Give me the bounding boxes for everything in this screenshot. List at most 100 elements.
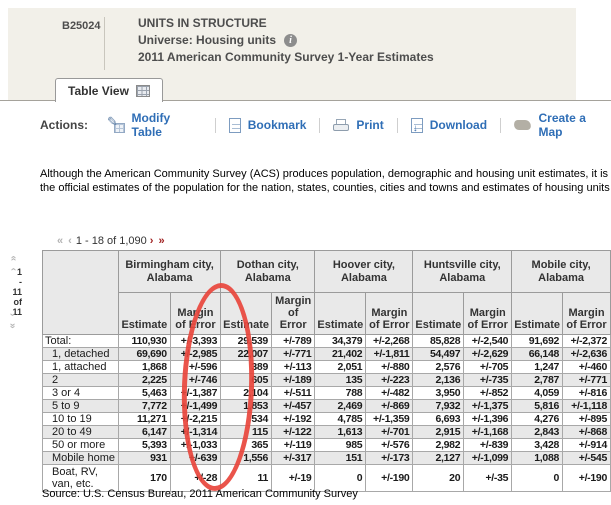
subheader-moe: Margin of Error: [365, 292, 414, 335]
column-header-mobile: Mobile city, Alabama: [511, 250, 611, 293]
tab-table-view[interactable]: Table View: [55, 78, 163, 102]
subheader-moe: Margin of Error: [562, 292, 611, 335]
cell: +/-2,268: [365, 334, 414, 348]
modify-table-button[interactable]: ✎ Modify Table: [107, 111, 202, 139]
cell: 985: [314, 438, 367, 452]
cell: +/-122: [270, 425, 316, 439]
factfinder-table-view-page: B25024 UNITS IN STRUCTURE Universe: Hous…: [0, 0, 611, 505]
cell: 4,059: [511, 386, 564, 400]
column-header-hoover: Hoover city, Alabama: [314, 250, 414, 293]
table-row: 3 or 4 5,463 +/-1,387 2,104 +/-511 788 +…: [42, 386, 611, 400]
cell: +/-113: [270, 360, 316, 374]
create-map-button[interactable]: Create a Map: [513, 111, 611, 139]
row-pager-to: 11: [12, 287, 22, 297]
cell: +/-895: [562, 412, 611, 426]
download-button[interactable]: ↓ Download: [410, 117, 488, 134]
page-title: UNITS IN STRUCTURE: [138, 16, 267, 30]
cell: +/-511: [270, 386, 316, 400]
column-header-dothan: Dothan city, Alabama: [220, 250, 316, 293]
cell: 1,247: [511, 360, 564, 374]
row-pager-dash: -: [19, 277, 22, 287]
cell: 365: [220, 438, 272, 452]
cell: 5,393: [117, 438, 171, 452]
cell: +/-119: [270, 438, 316, 452]
cell: 2,136: [412, 373, 465, 387]
subheader-estimate: Estimate: [511, 292, 564, 335]
tab-label: Table View: [68, 83, 129, 98]
cell: +/-1,499: [169, 399, 222, 413]
cell: +/-869: [365, 399, 414, 413]
cell: +/-460: [562, 360, 611, 374]
cell: +/-1,396: [463, 412, 513, 426]
cell: 20: [412, 464, 465, 492]
cell: +/-914: [562, 438, 611, 452]
print-label: Print: [356, 118, 384, 132]
column-header-huntsville: Huntsville city, Alabama: [412, 250, 513, 293]
table-row: 10 to 19 11,271 +/-2,215 534 +/-192 4,78…: [42, 412, 611, 426]
universe-label: Universe: Housing units: [138, 33, 277, 47]
cell: 931: [117, 451, 171, 465]
row-label: Mobile home: [42, 451, 119, 465]
subheader-estimate: Estimate: [117, 292, 171, 335]
cell: 91,692: [511, 334, 564, 348]
actions-toolbar: Actions: ✎ Modify Table Bookmark Print ↓…: [40, 111, 611, 139]
subheader-estimate: Estimate: [220, 292, 272, 335]
row-pager: « ‹ 1 - 11 of 11 ‹ «: [4, 247, 22, 337]
row-label: 10 to 19: [42, 412, 119, 426]
cell: 4,276: [511, 412, 564, 426]
cell: +/-2,629: [463, 347, 513, 361]
cell: +/-482: [365, 386, 414, 400]
actions-label: Actions:: [40, 118, 88, 132]
cell: 54,497: [412, 347, 465, 361]
cell: +/-190: [365, 464, 414, 492]
toolbar-separator: [214, 117, 216, 133]
modify-table-label: Modify Table: [131, 111, 171, 139]
cell: 7,772: [117, 399, 171, 413]
info-icon[interactable]: i: [284, 34, 298, 47]
row-pager-prev-icon: ‹: [8, 267, 19, 271]
cell: +/-35: [463, 464, 513, 492]
table-id: B25024: [62, 20, 101, 32]
print-button[interactable]: Print: [333, 118, 384, 132]
acs-note-line2: the official estimates of the population…: [40, 182, 611, 194]
table-row: Mobile home 931 +/-639 1,556 +/-317 151 …: [42, 451, 611, 465]
cell: +/-1,168: [463, 425, 513, 439]
toolbar-separator: [500, 117, 502, 133]
cell: 3,428: [511, 438, 564, 452]
cell: +/-2,540: [463, 334, 513, 348]
cell: +/-839: [463, 438, 513, 452]
cell: 69,690: [117, 347, 171, 361]
create-map-icon: [513, 120, 533, 130]
cell: +/-880: [365, 360, 414, 374]
cell: +/-317: [270, 451, 316, 465]
cell: +/-576: [365, 438, 414, 452]
cell: +/-1,375: [463, 399, 513, 413]
cell: +/-701: [365, 425, 414, 439]
cell: 1,613: [314, 425, 367, 439]
cell: +/-1,099: [463, 451, 513, 465]
cell: 2,843: [511, 425, 564, 439]
download-label: Download: [429, 118, 488, 132]
cell: +/-1,359: [365, 412, 414, 426]
subheader-moe: Margin of Error: [169, 292, 222, 335]
cell: +/-457: [270, 399, 316, 413]
cell: 2,469: [314, 399, 367, 413]
cell: 0: [511, 464, 564, 492]
column-pager-next-icon[interactable]: › »: [150, 235, 166, 247]
modify-table-icon: ✎: [107, 114, 125, 133]
header-divider: [104, 17, 105, 70]
cell: 85,828: [412, 334, 465, 348]
row-label: 3 or 4: [42, 386, 119, 400]
cell: +/-771: [270, 347, 316, 361]
subheader-moe: Margin of Error: [463, 292, 513, 335]
cell: +/-2,215: [169, 412, 222, 426]
survey-label: 2011 American Community Survey 1-Year Es…: [138, 50, 434, 64]
cell: 5,816: [511, 399, 564, 413]
cell: +/-771: [562, 373, 611, 387]
create-map-label: Create a Map: [538, 111, 586, 139]
bookmark-button[interactable]: Bookmark: [228, 117, 306, 133]
table-row: 50 or more 5,393 +/-1,033 365 +/-119 985…: [42, 438, 611, 452]
cell: 2,982: [412, 438, 465, 452]
cell: +/-852: [463, 386, 513, 400]
cell: 2,915: [412, 425, 465, 439]
